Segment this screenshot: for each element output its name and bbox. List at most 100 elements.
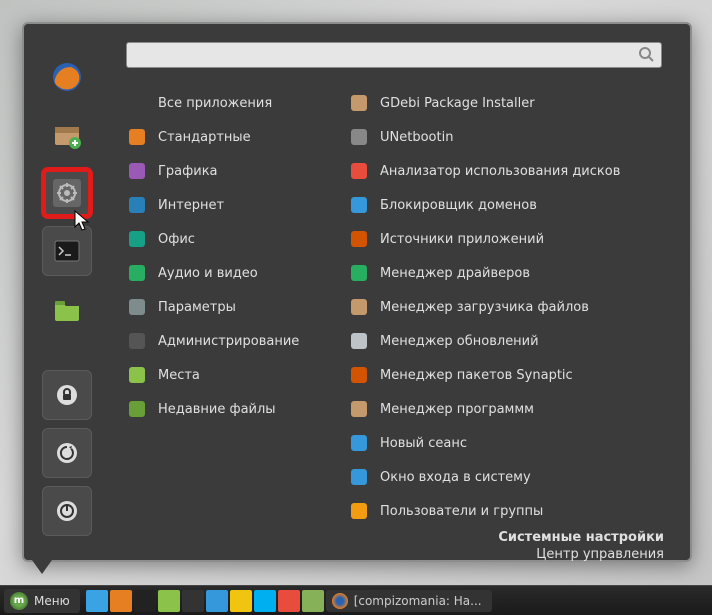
app-item[interactable]: UNetbootin bbox=[340, 120, 684, 154]
status-footer: Системные настройки Центр управления bbox=[118, 528, 684, 570]
app-label: Менеджер пакетов Synaptic bbox=[380, 368, 573, 383]
app-label: GDebi Package Installer bbox=[380, 96, 535, 111]
users-icon bbox=[348, 500, 370, 522]
shutdown-button[interactable] bbox=[42, 486, 92, 536]
app-label: Пользователи и группы bbox=[380, 504, 543, 519]
disc-icon bbox=[348, 126, 370, 148]
package-icon bbox=[348, 92, 370, 114]
category-label: Места bbox=[158, 368, 200, 383]
application-list: GDebi Package Installer UNetbootin Анализа… bbox=[340, 80, 684, 528]
category-label: Интернет bbox=[158, 198, 224, 213]
category-label: Администрирование bbox=[158, 334, 299, 349]
favorite-terminal[interactable] bbox=[42, 226, 92, 276]
app-label: Менеджер загрузчика файлов bbox=[380, 300, 589, 315]
taskbar-window-item[interactable]: [compizomania: На... bbox=[326, 590, 492, 612]
app-item[interactable]: Анализатор использования дисков bbox=[340, 154, 684, 188]
taskbar: m Меню [compizomania: На... bbox=[0, 585, 712, 615]
update-icon bbox=[348, 330, 370, 352]
favorite-package-installer[interactable] bbox=[42, 110, 92, 160]
category-item[interactable]: Параметры bbox=[118, 290, 340, 324]
search-input[interactable] bbox=[126, 42, 662, 68]
category-label: Аудио и видео bbox=[158, 266, 258, 281]
app-item[interactable]: Пользователи и группы bbox=[340, 494, 684, 528]
search-icon bbox=[638, 46, 654, 62]
category-item[interactable]: Интернет bbox=[118, 188, 340, 222]
app-item[interactable]: Блокировщик доменов bbox=[340, 188, 684, 222]
palette-icon bbox=[126, 160, 148, 182]
download-icon bbox=[348, 296, 370, 318]
category-item[interactable]: Администрирование bbox=[118, 324, 340, 358]
software-icon bbox=[348, 398, 370, 420]
app-item[interactable]: Менеджер загрузчика файлов bbox=[340, 290, 684, 324]
menu-main: Все приложения Стандартные Графика Интернет… bbox=[110, 24, 690, 560]
folder-icon bbox=[126, 364, 148, 386]
pie-icon bbox=[348, 160, 370, 182]
gear-icon bbox=[126, 330, 148, 352]
favorite-system-settings[interactable] bbox=[42, 168, 92, 218]
category-label: Стандартные bbox=[158, 130, 251, 145]
footer-title: Системные настройки bbox=[118, 530, 664, 547]
taskbar-launcher-firefox[interactable] bbox=[110, 590, 132, 612]
category-label: Графика bbox=[158, 164, 218, 179]
category-item[interactable]: Недавние файлы bbox=[118, 392, 340, 426]
lock-button[interactable] bbox=[42, 370, 92, 420]
app-item[interactable]: Источники приложений bbox=[340, 222, 684, 256]
app-item[interactable]: Окно входа в систему bbox=[340, 460, 684, 494]
firefox-icon bbox=[332, 593, 348, 609]
favorite-file-manager[interactable] bbox=[42, 284, 92, 334]
category-item[interactable]: Места bbox=[118, 358, 340, 392]
app-label: Анализатор использования дисков bbox=[380, 164, 620, 179]
taskbar-launcher-skype[interactable] bbox=[254, 590, 276, 612]
category-item[interactable]: Графика bbox=[118, 154, 340, 188]
category-item[interactable]: Стандартные bbox=[118, 120, 340, 154]
app-label: Новый сеанс bbox=[380, 436, 467, 451]
app-item[interactable]: Менеджер обновлений bbox=[340, 324, 684, 358]
taskbar-launcher-tool[interactable] bbox=[230, 590, 252, 612]
menu-button[interactable]: m Меню bbox=[4, 589, 80, 613]
category-label: Параметры bbox=[158, 300, 236, 315]
favorites-sidebar bbox=[24, 24, 110, 560]
category-item[interactable]: Аудио и видео bbox=[118, 256, 340, 290]
favorite-firefox[interactable] bbox=[42, 52, 92, 102]
application-menu: Все приложения Стандартные Графика Интернет… bbox=[22, 22, 692, 562]
sliders-icon bbox=[126, 296, 148, 318]
category-label: Недавние файлы bbox=[158, 402, 276, 417]
synaptic-icon bbox=[348, 364, 370, 386]
taskbar-launcher-terminal[interactable] bbox=[134, 590, 156, 612]
taskbar-launcher-files[interactable] bbox=[158, 590, 180, 612]
apps-icon bbox=[126, 92, 148, 114]
app-label: Окно входа в систему bbox=[380, 470, 531, 485]
logout-button[interactable] bbox=[42, 428, 92, 478]
app-label: Блокировщик доменов bbox=[380, 198, 537, 213]
app-item[interactable]: GDebi Package Installer bbox=[340, 86, 684, 120]
app-item[interactable]: Новый сеанс bbox=[340, 426, 684, 460]
category-label: Офис bbox=[158, 232, 195, 247]
login-icon bbox=[348, 466, 370, 488]
category-item[interactable]: Офис bbox=[118, 222, 340, 256]
taskbar-launcher-show-desktop[interactable] bbox=[86, 590, 108, 612]
footer-subtitle: Центр управления bbox=[118, 547, 664, 564]
app-item[interactable]: Менеджер драйверов bbox=[340, 256, 684, 290]
recent-icon bbox=[126, 398, 148, 420]
taskbar-launcher-viewer[interactable] bbox=[278, 590, 300, 612]
session-icon bbox=[348, 432, 370, 454]
app-label: Источники приложений bbox=[380, 232, 544, 247]
media-icon bbox=[126, 262, 148, 284]
app-label: UNetbootin bbox=[380, 130, 453, 145]
chip-icon bbox=[348, 262, 370, 284]
menu-pointer bbox=[32, 560, 52, 574]
category-item[interactable]: Все приложения bbox=[118, 86, 340, 120]
calc-icon bbox=[126, 126, 148, 148]
office-icon bbox=[126, 228, 148, 250]
app-item[interactable]: Менеджер программм bbox=[340, 392, 684, 426]
menu-button-label: Меню bbox=[34, 594, 70, 608]
app-label: Менеджер драйверов bbox=[380, 266, 530, 281]
taskbar-launcher-camera[interactable] bbox=[182, 590, 204, 612]
taskbar-launcher-mint[interactable] bbox=[302, 590, 324, 612]
taskbar-launcher-dev[interactable] bbox=[206, 590, 228, 612]
app-item[interactable]: Менеджер пакетов Synaptic bbox=[340, 358, 684, 392]
globe-icon bbox=[126, 194, 148, 216]
app-label: Менеджер программм bbox=[380, 402, 534, 417]
category-list: Все приложения Стандартные Графика Интернет… bbox=[118, 80, 340, 528]
taskbar-window-label: [compizomania: На... bbox=[354, 594, 482, 608]
